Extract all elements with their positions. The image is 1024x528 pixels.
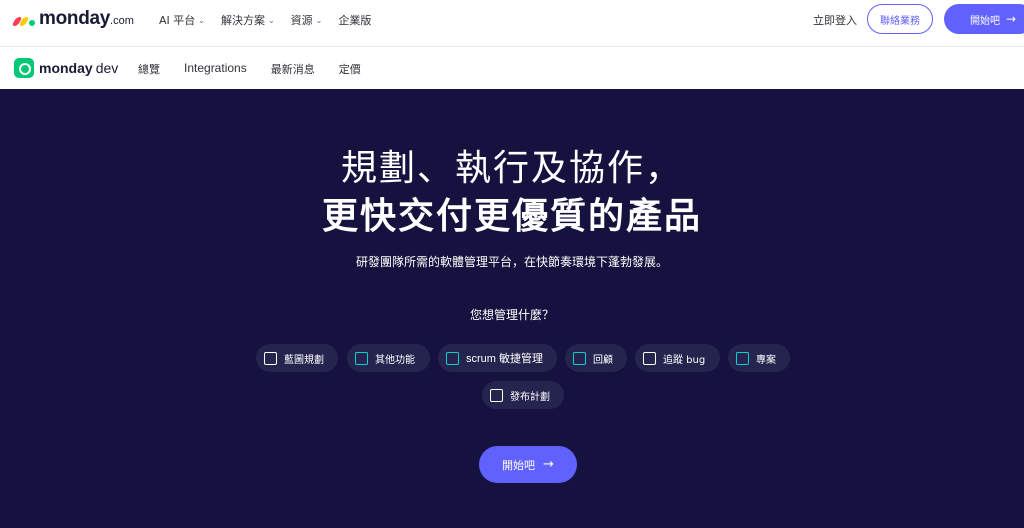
contact-sales-button[interactable]: 聯絡業務 — [867, 4, 933, 34]
top-menu-resources[interactable]: 資源 ⌄ — [291, 12, 323, 28]
option-label: 其他功能 — [375, 354, 415, 366]
option-label: 發布計劃 — [510, 391, 550, 403]
arrow-right-icon: → — [1006, 12, 1017, 26]
monday-dev-logo[interactable]: monday dev — [14, 58, 118, 78]
product-menu-whats-new[interactable]: 最新消息 — [271, 61, 315, 77]
option-roadmap[interactable]: 藍圖規劃 — [256, 344, 338, 372]
monday-logo[interactable]: monday .com — [11, 8, 134, 30]
arrow-right-icon: → — [543, 457, 554, 472]
get-started-top-button[interactable]: 開始吧 → — [944, 4, 1024, 34]
option-label: 藍圖規劃 — [284, 354, 324, 366]
option-features[interactable]: 其他功能 — [347, 344, 430, 372]
option-label: scrum 敏捷管理 — [466, 353, 543, 365]
logo-suffix: .com — [110, 15, 134, 27]
product-menu: 總覽 Integrations 最新消息 定價 — [138, 61, 385, 77]
option-release-planning[interactable]: 發布計劃 — [482, 381, 564, 409]
option-projects[interactable]: 專案 — [728, 344, 790, 372]
top-menu: AI 平台 ⌄ 解決方案 ⌄ 資源 ⌄ 企業版 — [159, 12, 387, 28]
checkbox-icon — [355, 351, 368, 365]
checkbox-icon — [573, 351, 586, 365]
product-navigation: monday dev 總覽 Integrations 最新消息 定價 — [0, 46, 1024, 89]
option-scrum[interactable]: scrum 敏捷管理 — [438, 344, 557, 372]
chevron-down-icon: ⌄ — [315, 15, 323, 25]
checkbox-icon — [736, 351, 749, 365]
get-started-label: 開始吧 — [502, 458, 536, 472]
product-menu-pricing[interactable]: 定價 — [339, 61, 361, 77]
option-label: 回顧 — [593, 354, 613, 366]
option-label: 追蹤 bug — [663, 354, 706, 366]
checkbox-icon — [643, 351, 656, 365]
hero-section: 規劃、執行及協作， 更快交付更優質的產品 研發團隊所需的軟體管理平台，在快節奏環… — [0, 89, 1024, 528]
chevron-down-icon: ⌄ — [198, 15, 205, 25]
product-brand: monday — [39, 60, 93, 76]
product-menu-integrations[interactable]: Integrations — [184, 61, 247, 77]
top-menu-solutions[interactable]: 解決方案 ⌄ — [221, 12, 275, 28]
top-menu-enterprise[interactable]: 企業版 — [338, 12, 371, 28]
top-menu-label: 企業版 — [338, 14, 372, 27]
option-bug-tracking[interactable]: 追蹤 bug — [635, 344, 720, 372]
option-retrospective[interactable]: 回顧 — [565, 344, 627, 372]
chevron-down-icon: ⌄ — [267, 15, 275, 25]
option-label: 專案 — [756, 354, 776, 366]
top-menu-label: 資源 — [290, 14, 313, 27]
get-started-button[interactable]: 開始吧 → — [479, 446, 577, 483]
top-menu-ai-platform[interactable]: AI 平台 ⌄ — [159, 12, 205, 28]
top-menu-label: 解決方案 — [220, 14, 265, 27]
login-link[interactable]: 立即登入 — [813, 12, 857, 28]
product-suffix: dev — [95, 60, 119, 76]
top-navigation: monday .com AI 平台 ⌄ 解決方案 ⌄ 資源 ⌄ 企業版 立即登入… — [0, 0, 1024, 40]
checkbox-icon — [490, 388, 503, 402]
hero-headline-line2: 更快交付更優質的產品 — [321, 196, 702, 237]
product-menu-overview[interactable]: 總覽 — [138, 61, 160, 77]
hero-subtitle: 研發團隊所需的軟體管理平台，在快節奏環境下蓬勃發展。 — [355, 255, 668, 269]
logo-text: monday — [39, 8, 111, 29]
get-started-label: 開始吧 — [970, 15, 1000, 27]
checkbox-icon — [446, 351, 459, 365]
monday-dev-icon — [14, 58, 34, 78]
manage-question: 您想管理什麼？ — [469, 308, 554, 322]
checkbox-icon — [264, 351, 277, 365]
monday-logo-icon — [11, 12, 36, 26]
top-menu-label: AI 平台 — [159, 14, 196, 27]
hero-headline-line1: 規劃、執行及協作， — [340, 148, 683, 189]
